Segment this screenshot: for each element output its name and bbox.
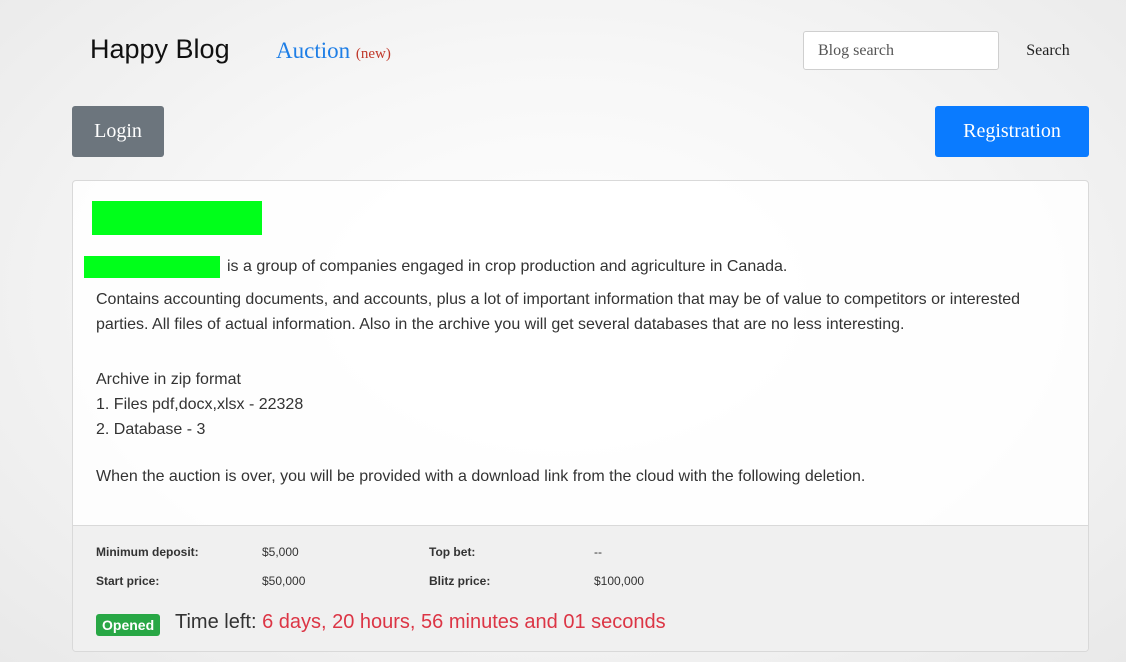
archive-item: 1. Files pdf,docx,xlsx - 22328 — [96, 396, 304, 413]
start-price-label: Start price: — [96, 574, 160, 588]
closing-note: When the auction is over, you will be pr… — [96, 468, 866, 485]
archive-heading: Archive in zip format — [96, 371, 241, 388]
nav-auction-link[interactable]: Auction (new) — [276, 38, 391, 64]
top-bet-value: -- — [594, 545, 602, 559]
time-left-label: Time left: — [175, 611, 257, 633]
top-bet-label: Top bet: — [429, 545, 476, 559]
new-badge: (new) — [355, 46, 391, 62]
post-description: Contains accounting documents, and accou… — [96, 291, 1021, 333]
status-badge: Opened — [96, 614, 161, 636]
min-deposit-label: Minimum deposit: — [96, 545, 199, 559]
redacted-title — [92, 201, 262, 235]
search-button[interactable]: Search — [1008, 31, 1088, 70]
time-left-countdown: 6 days, 20 hours, 56 minutes and 01 seco… — [262, 611, 666, 633]
auction-details: Minimum deposit: $5,000 Top bet: -- Star… — [73, 525, 1088, 651]
auction-post-card: is a group of companies engaged in crop … — [72, 180, 1089, 652]
blog-search-input[interactable] — [803, 31, 999, 70]
nav-auction-label: Auction — [276, 38, 351, 63]
archive-item: 2. Database - 3 — [96, 421, 206, 438]
login-button[interactable]: Login — [72, 106, 164, 157]
time-left: Time left: 6 days, 20 hours, 56 minutes … — [175, 611, 666, 634]
post-intro: is a group of companies engaged in crop … — [227, 258, 788, 275]
redacted-company-name — [84, 256, 220, 278]
archive-contents: Archive in zip format 1. Files pdf,docx,… — [96, 367, 1071, 442]
blitz-price-label: Blitz price: — [429, 574, 491, 588]
min-deposit-value: $5,000 — [262, 545, 299, 559]
registration-button[interactable]: Registration — [935, 106, 1089, 157]
site-brand[interactable]: Happy Blog — [90, 34, 230, 65]
blitz-price-value: $100,000 — [594, 574, 645, 588]
start-price-value: $50,000 — [262, 574, 306, 588]
